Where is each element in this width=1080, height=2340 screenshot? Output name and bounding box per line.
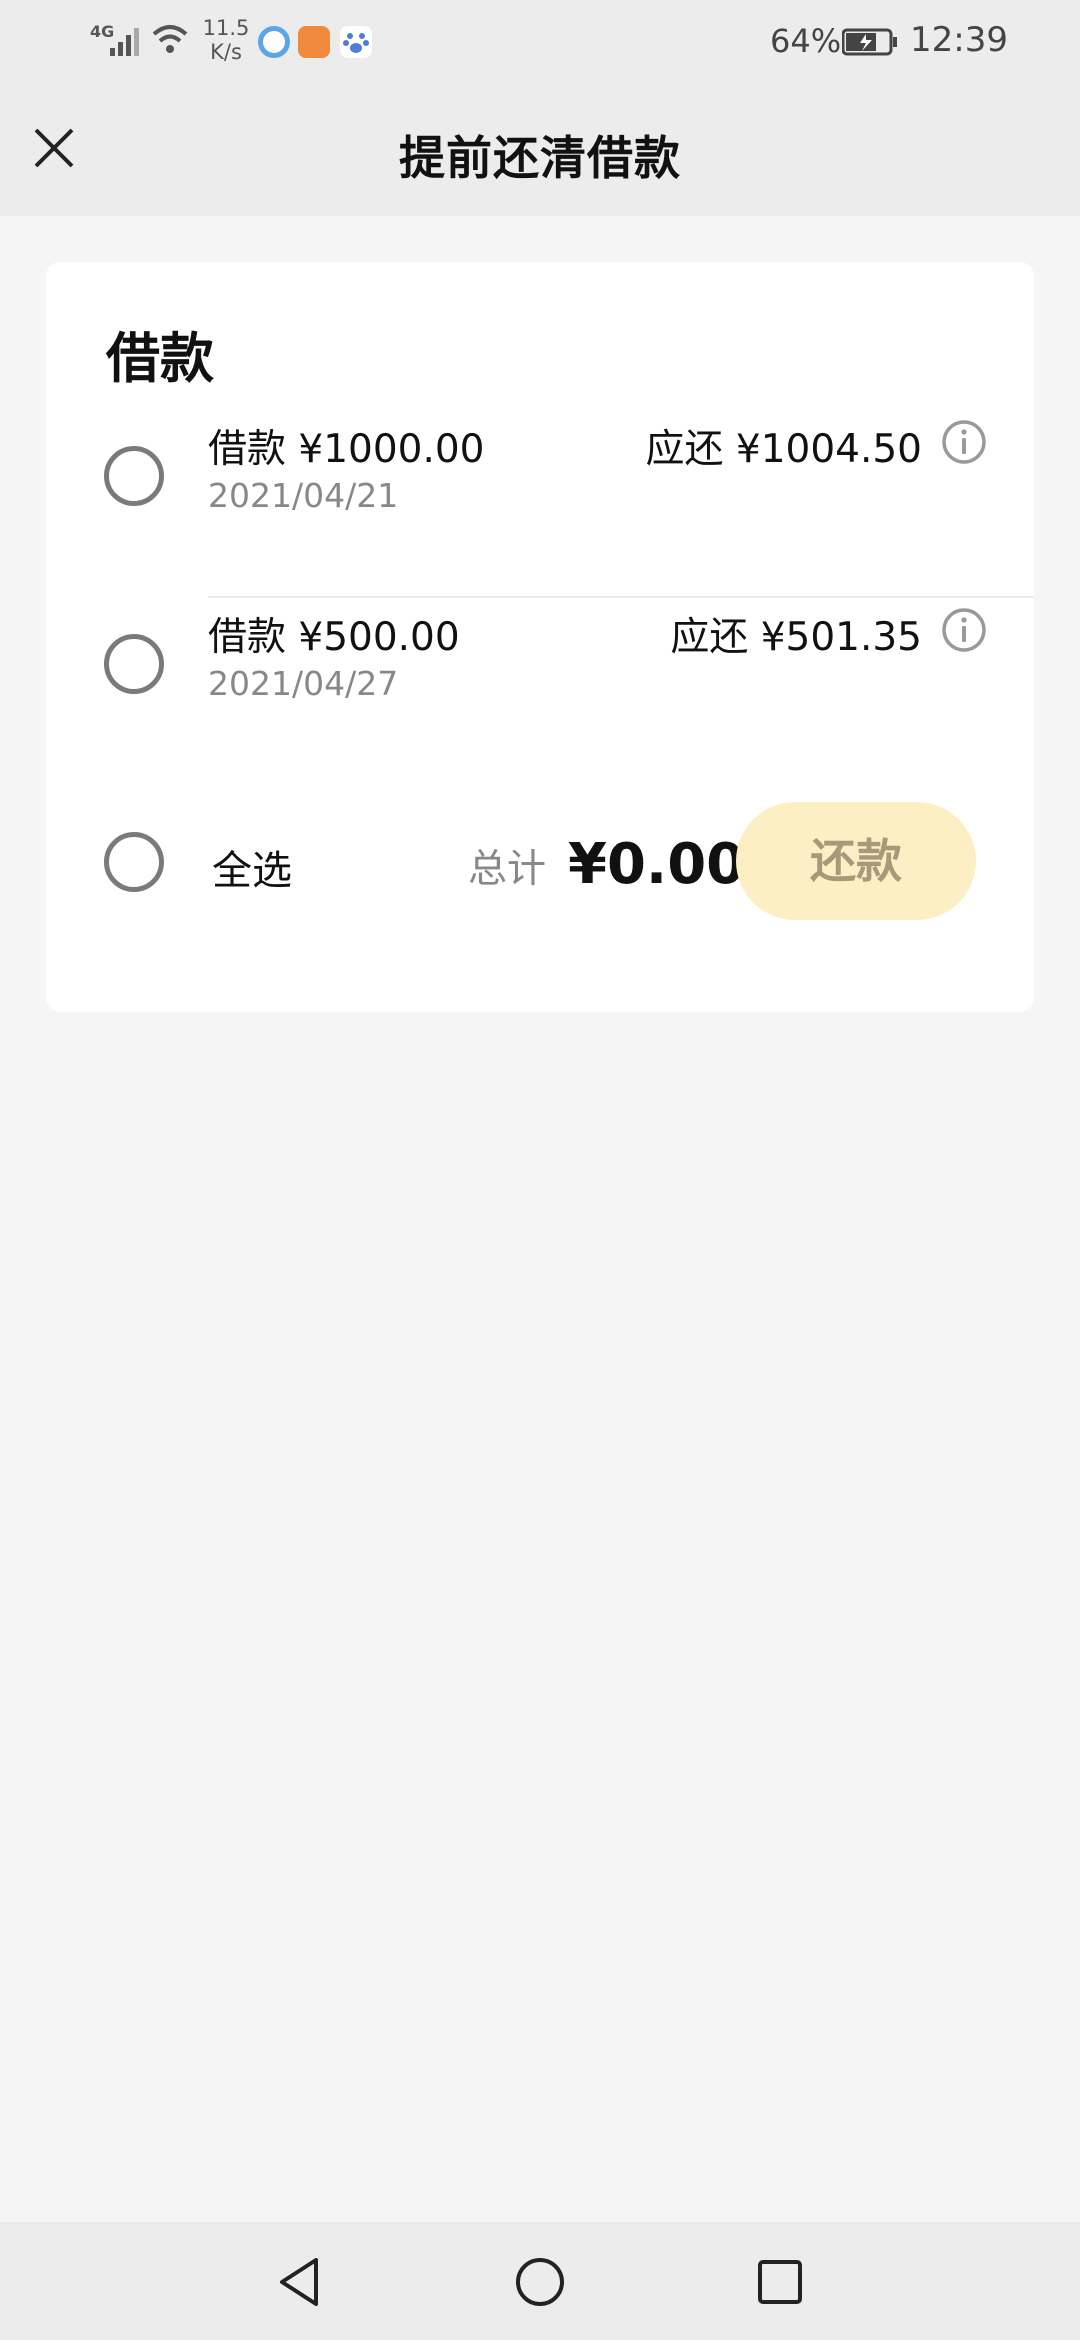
select-all-label[interactable]: 全选 — [212, 838, 292, 896]
notification-app-icon — [298, 26, 330, 58]
section-title: 借款 — [106, 327, 214, 390]
system-nav-bar — [0, 2222, 1080, 2340]
network-speed: 11.5 K/s — [202, 16, 250, 64]
info-icon[interactable] — [940, 418, 988, 466]
status-bar: 4G 11.5 K/s 64% 12:39 — [0, 0, 1080, 84]
select-all-row: 全选 总计 ¥0.00 还款 — [46, 802, 1034, 932]
loan-card: 借款 借款 ¥1000.00 2021/04/21 应还 ¥1004.50 借款… — [46, 262, 1034, 1012]
info-icon[interactable] — [940, 606, 988, 654]
loan-date: 2021/04/27 — [208, 664, 399, 703]
repay-button[interactable]: 还款 — [736, 802, 976, 920]
header: 提前还清借款 — [0, 84, 1080, 216]
notification-app-icon — [258, 26, 290, 58]
recent-apps-icon[interactable] — [750, 2252, 810, 2312]
battery-percent: 64% — [770, 22, 842, 60]
screen: 4G 11.5 K/s 64% 12:39 提前还清借款 借款 借款 ¥1000… — [0, 0, 1080, 2340]
paw-icon — [340, 26, 372, 58]
loan-amount: 借款 ¥1000.00 — [208, 427, 485, 472]
battery-icon — [842, 28, 897, 56]
loan-item[interactable]: 借款 ¥500.00 2021/04/27 应还 ¥501.35 — [46, 598, 1034, 758]
page-title: 提前还清借款 — [399, 131, 681, 185]
home-icon[interactable] — [510, 2252, 570, 2312]
loan-amount: 借款 ¥500.00 — [208, 615, 460, 660]
loan-radio[interactable] — [104, 446, 164, 506]
loan-due-amount: 应还 ¥501.35 — [670, 615, 922, 660]
loan-date: 2021/04/21 — [208, 476, 399, 515]
total-value: ¥0.00 — [568, 832, 746, 897]
loan-item[interactable]: 借款 ¥1000.00 2021/04/21 应还 ¥1004.50 — [46, 410, 1034, 570]
select-all-radio[interactable] — [104, 832, 164, 892]
wifi-icon — [152, 25, 188, 53]
clock: 12:39 — [910, 20, 1008, 60]
cellular-signal-icon — [110, 28, 139, 56]
loan-due-amount: 应还 ¥1004.50 — [645, 427, 923, 472]
back-icon[interactable] — [270, 2252, 330, 2312]
loan-radio[interactable] — [104, 634, 164, 694]
total-label: 总计 — [468, 847, 547, 892]
